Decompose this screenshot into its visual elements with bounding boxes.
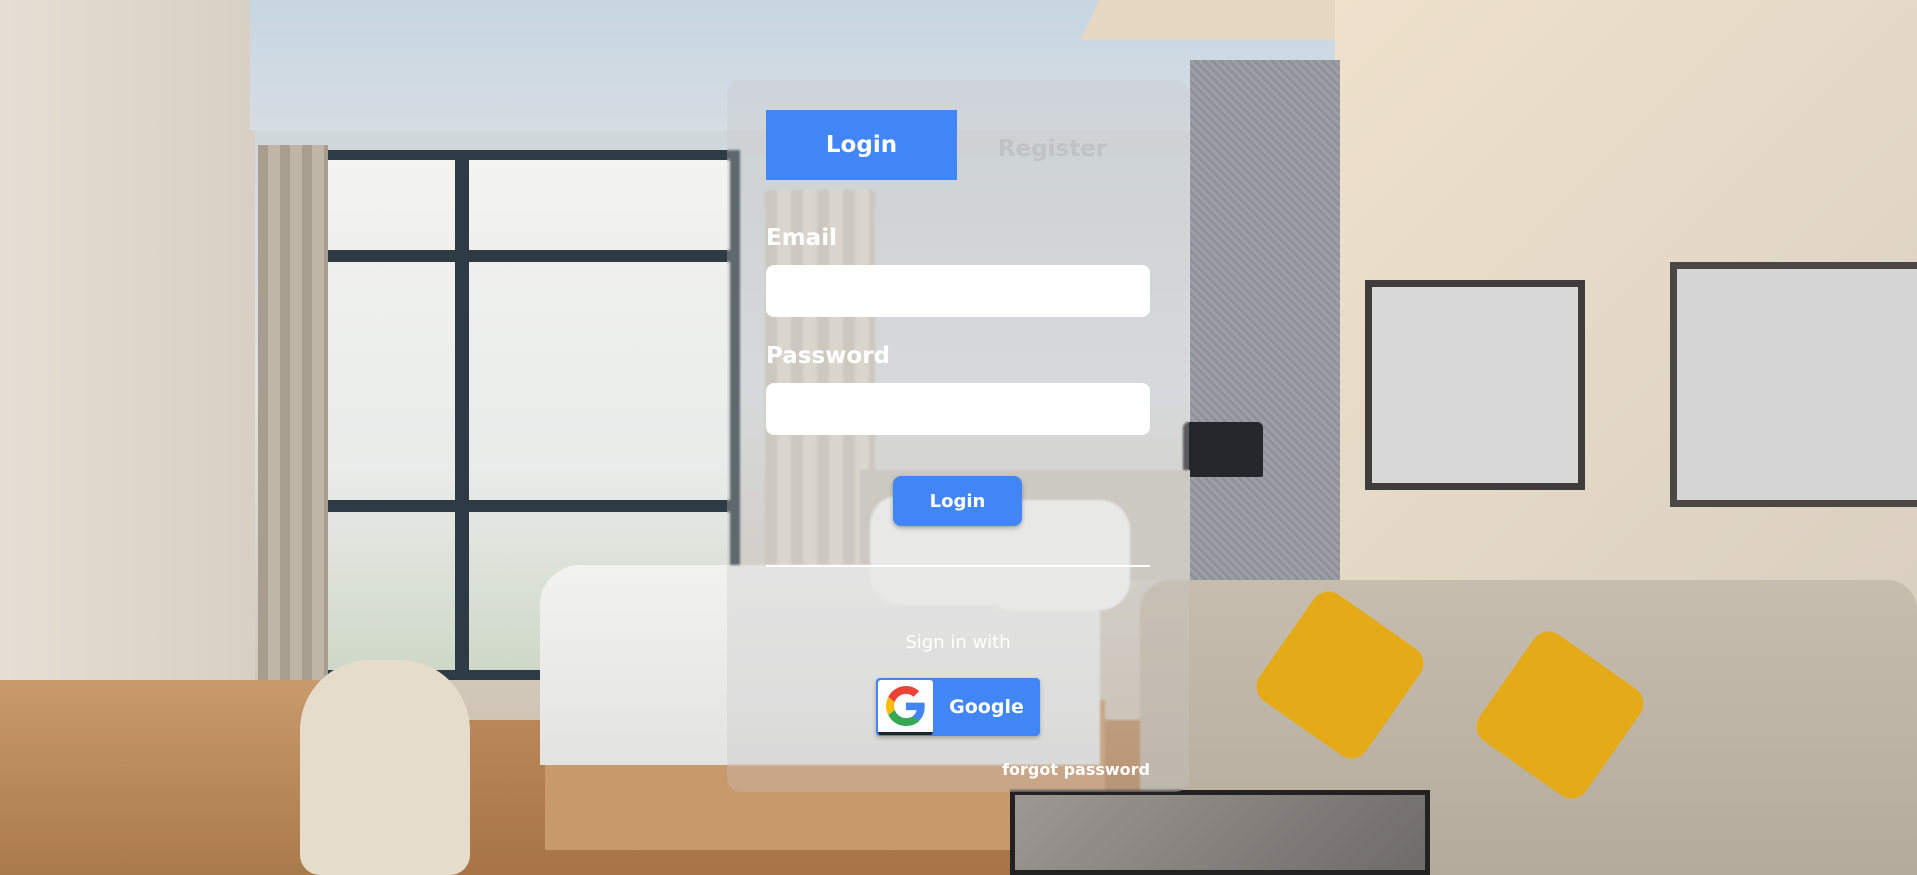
email-field[interactable]: [766, 265, 1150, 317]
password-label: Password: [766, 343, 890, 369]
google-g-icon: [878, 679, 933, 735]
password-field[interactable]: [766, 383, 1150, 435]
forgot-password-link[interactable]: forgot password: [1000, 760, 1150, 779]
sign-in-with-text: Sign in with: [905, 632, 1011, 653]
tab-register[interactable]: Register: [957, 114, 1148, 184]
email-label: Email: [766, 225, 837, 251]
divider: [766, 565, 1150, 567]
tab-login[interactable]: Login: [766, 110, 957, 180]
google-sign-in-button[interactable]: Google: [876, 678, 1040, 736]
login-button[interactable]: Login: [893, 476, 1022, 526]
google-button-label: Google: [949, 696, 1024, 718]
